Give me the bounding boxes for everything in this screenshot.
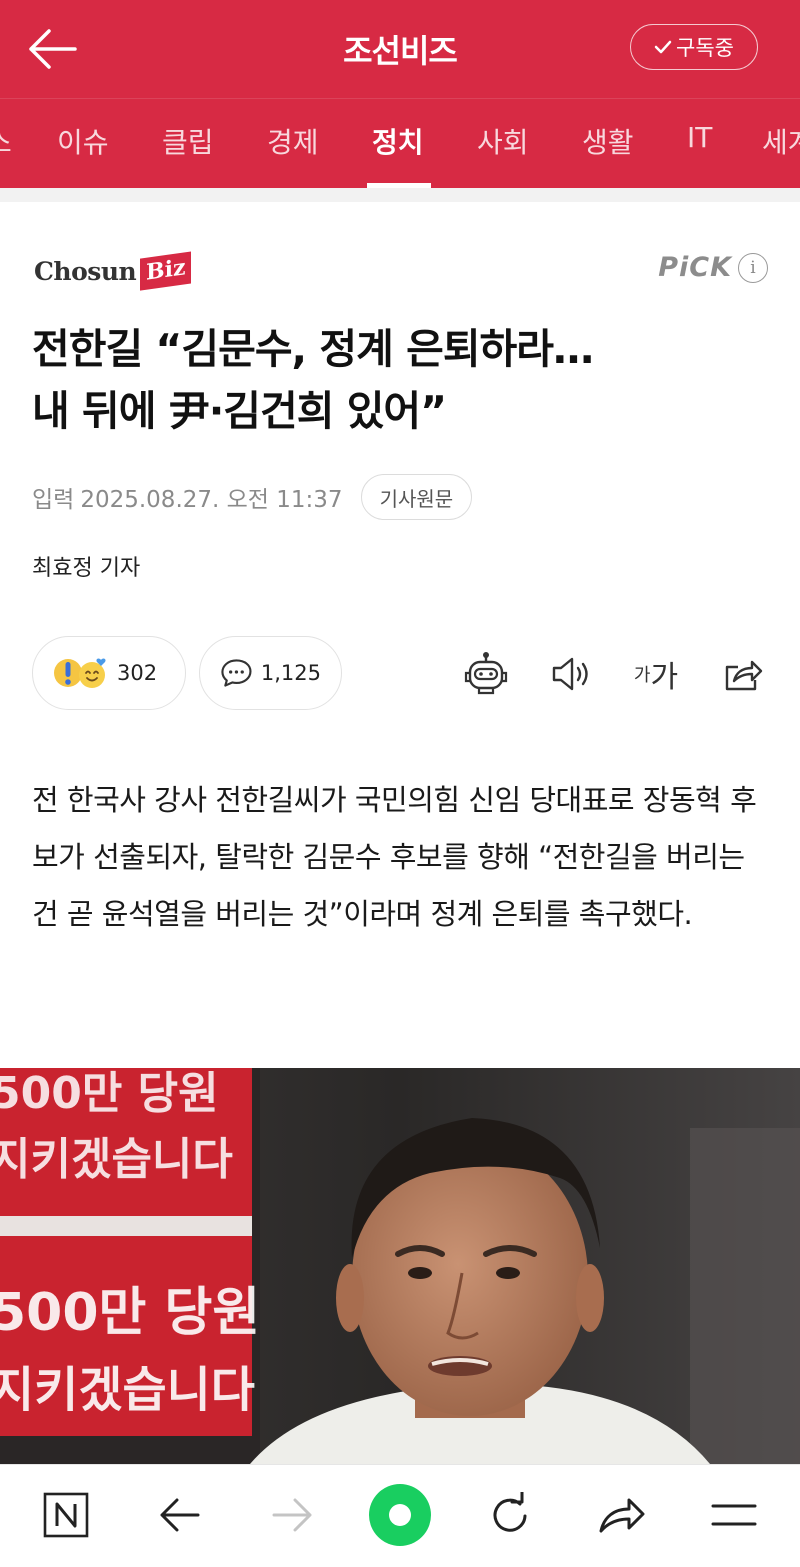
browser-forward-button[interactable] [260,1483,324,1547]
tab-it[interactable]: IT [687,121,712,154]
green-dot-icon [369,1484,431,1546]
photo-scene: 500만 당원 지키겠습니다 500만 당원 지키겠습니다 [0,1068,800,1464]
date-label: 입력 [32,487,75,513]
pick-badge[interactable]: PiCK i [658,252,768,283]
tab-life[interactable]: 생활 [582,121,634,161]
publish-date: 2025.08.27. 오전 11:37 [80,487,343,513]
tab-economy[interactable]: 경제 [267,121,319,161]
tab-society[interactable]: 사회 [477,121,529,161]
speaker-icon [552,657,588,691]
sign-text-2b: 지키겠습니다 [0,1362,255,1418]
forward-arrow-icon [272,1498,312,1532]
headline-line-2: 내 뒤에 尹·김건희 있어” [32,387,447,435]
ai-summary-button[interactable] [458,646,514,702]
press-logo[interactable]: Chosun Biz [34,248,192,294]
article-meta: 입력 2025.08.27. 오전 11:37 기사원문 [32,474,473,520]
naver-home-button[interactable] [34,1483,98,1547]
share-button[interactable] [715,646,771,702]
green-dot-button[interactable] [368,1483,432,1547]
robot-icon [464,652,508,695]
info-icon[interactable]: i [738,252,768,283]
reaction-emoji-group [53,656,109,690]
headline-line-1: 전한길 “김문수, 정계 은퇴하라… [32,325,594,373]
comment-icon [221,659,252,687]
check-icon [654,40,672,54]
sign-text-1b: 지키겠습니다 [0,1134,233,1185]
subscribe-button[interactable]: 구독중 [630,24,758,70]
share-icon [725,660,763,691]
sign-text-1a: 500만 당원 [0,1068,219,1119]
font-size-small: 가 [633,665,651,686]
back-arrow-icon [160,1498,200,1532]
tab-world[interactable]: 세계 [762,121,800,161]
browser-back-button[interactable] [148,1483,212,1547]
tab-partial-left[interactable]: 스 [0,121,12,161]
subscribe-label: 구독중 [676,36,734,60]
text-to-speech-button[interactable] [543,646,599,702]
naver-n-icon [43,1492,89,1538]
comment-button[interactable]: 1,125 [199,636,342,710]
bottom-navigation [0,1464,800,1567]
refresh-icon [493,1492,527,1532]
article-body: 전 한국사 강사 전한길씨가 국민의힘 신임 당대표로 장동혁 후보가 선출되자… [32,783,757,931]
article-photo[interactable]: 500만 당원 지키겠습니다 500만 당원 지키겠습니다 [0,1068,800,1464]
menu-icon [711,1504,757,1526]
smile-emoji-icon [79,658,106,688]
tab-issue[interactable]: 이슈 [57,121,109,161]
comment-count: 1,125 [260,661,321,685]
top-bar: 조선비즈 구독중 [0,0,800,98]
tab-clip[interactable]: 클립 [162,121,214,161]
article-headline: 전한길 “김문수, 정계 은퇴하라… 내 뒤에 尹·김건희 있어” [32,318,772,442]
menu-button[interactable] [702,1483,766,1547]
share-arrow-icon [599,1498,645,1533]
font-size-button[interactable]: 가가 [628,646,684,702]
original-article-button[interactable]: 기사원문 [360,474,473,520]
reaction-count: 302 [117,661,158,685]
font-size-large: 가 [650,660,679,695]
pick-label: PiCK [658,252,732,283]
tab-politics[interactable]: 정치 [372,121,424,161]
sign-text-2a: 500만 당원 [0,1283,260,1343]
category-tabs: 스 이슈 클립 경제 정치 사회 생활 IT 세계 [0,98,800,188]
browser-share-button[interactable] [590,1483,654,1547]
refresh-button[interactable] [478,1483,542,1547]
press-logo-accent: Biz [140,251,192,291]
section-divider [0,188,800,202]
reporter-name[interactable]: 최효정 기자 [32,550,140,582]
reaction-button[interactable]: 302 [32,636,186,710]
press-logo-word: Chosun [34,256,137,286]
